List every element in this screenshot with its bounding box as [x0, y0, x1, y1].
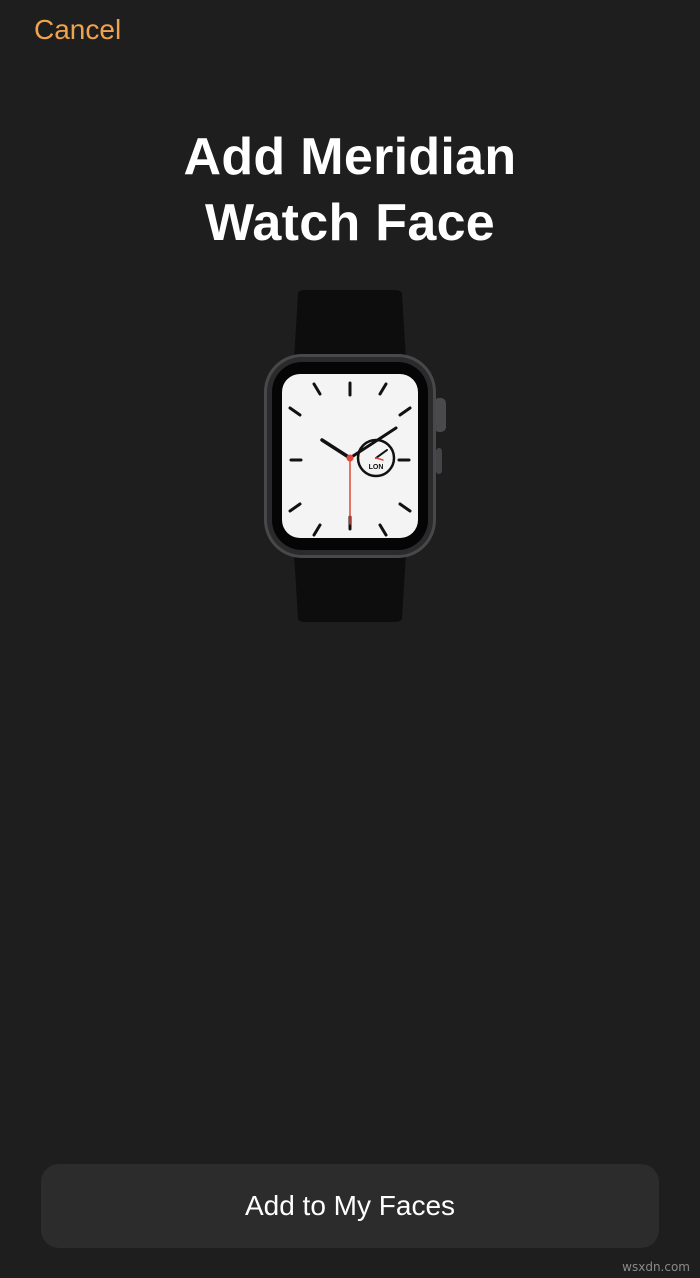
add-to-my-faces-button[interactable]: Add to My Faces	[41, 1164, 659, 1248]
side-button	[436, 448, 442, 474]
center-pin	[346, 454, 354, 462]
subdial-city-label: LON	[369, 464, 384, 471]
cancel-button[interactable]: Cancel	[34, 12, 121, 48]
watermark-text: wsxdn.com	[622, 1260, 690, 1274]
apple-watch-illustration: LON	[264, 290, 446, 622]
watch-band-bottom	[294, 554, 406, 622]
page-title: Add Meridian Watch Face	[0, 124, 700, 256]
watch-band-top	[294, 290, 406, 360]
page-title-line-1: Add Meridian	[183, 128, 517, 186]
page-title-line-2: Watch Face	[204, 194, 496, 252]
watch-face-preview: LON	[250, 288, 450, 628]
